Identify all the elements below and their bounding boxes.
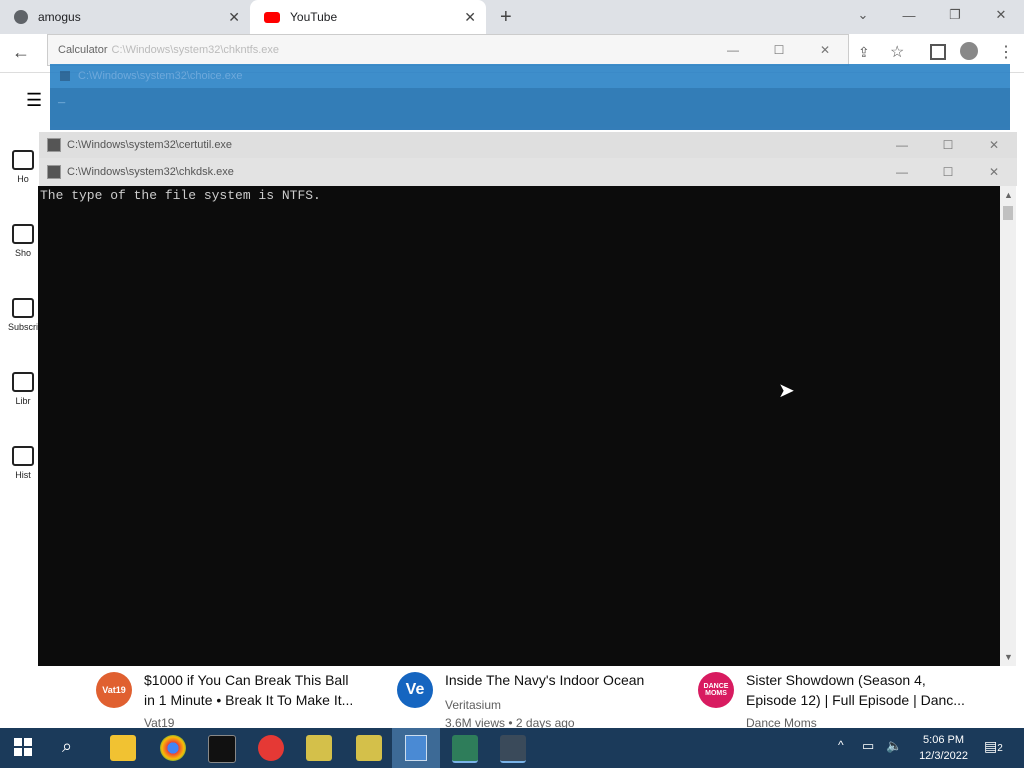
chkdsk-window[interactable]: C:\Windows\system32\chkdsk.exe — ☐ ✕	[39, 158, 1017, 186]
avatar-text: DANCE MOMS	[703, 683, 729, 697]
calculator-title: Calculator	[58, 44, 108, 56]
new-tab-button[interactable]: +	[500, 6, 512, 29]
profile-avatar[interactable]	[960, 42, 978, 60]
terminal-icon[interactable]	[208, 735, 236, 763]
sidebar-item-label: Sho	[14, 248, 31, 258]
video-title-line: Episode 12) | Full Episode | Danc...	[746, 692, 965, 708]
close-button[interactable]: ✕	[971, 165, 1017, 179]
minimize-button[interactable]: —	[886, 0, 932, 30]
calculator-icon	[405, 735, 427, 761]
channel-name[interactable]: Veritasium	[445, 698, 501, 712]
restore-button[interactable]: ❐	[932, 0, 978, 30]
scroll-down-icon[interactable]: ▼	[1004, 652, 1013, 662]
video-title[interactable]: $1000 if You Can Break This Ball in 1 Min…	[144, 670, 374, 710]
chkntfs-title: C:\Windows\system32\chkntfs.exe	[111, 44, 280, 56]
minimize-button[interactable]: —	[710, 43, 756, 57]
close-tab-icon[interactable]: ✕	[464, 9, 476, 26]
sidebar-item-label: Hist	[15, 470, 31, 480]
chkdsk-title: C:\Windows\system32\chkdsk.exe	[67, 166, 234, 178]
subscriptions-icon	[12, 298, 34, 318]
menu-kebab-icon[interactable]: ⋮	[998, 42, 1014, 62]
certutil-keys-icon[interactable]	[306, 735, 332, 761]
video-title[interactable]: Sister Showdown (Season 4, Episode 12) | …	[746, 670, 986, 710]
maximize-button[interactable]: ☐	[756, 43, 802, 57]
shorts-icon	[12, 224, 34, 244]
close-button[interactable]: ✕	[802, 43, 848, 57]
console-icon	[47, 165, 61, 179]
console-window-icon[interactable]	[452, 735, 478, 763]
back-arrow-icon[interactable]: ←	[12, 42, 30, 63]
certutil-keys-icon[interactable]	[356, 735, 382, 761]
minimize-button[interactable]: —	[879, 165, 925, 179]
browser-tab-strip: amogus ✕ YouTube ✕ + ⌄ — ❐ ✕	[0, 0, 1024, 34]
console-cursor: _	[58, 92, 66, 106]
notification-count: 2	[997, 743, 1003, 754]
video-card[interactable]: Ve Inside The Navy's Indoor Ocean Verita…	[397, 668, 677, 730]
mouse-cursor-icon: ➤	[778, 380, 795, 402]
history-icon	[12, 446, 34, 466]
certutil-title: C:\Windows\system32\certutil.exe	[67, 139, 233, 151]
network-icon[interactable]: ▭	[862, 738, 874, 754]
maximize-button[interactable]: ☐	[925, 165, 971, 179]
bookmark-star-icon[interactable]: ☆	[890, 42, 904, 62]
tab-search-icon[interactable]: ⌄	[840, 0, 886, 30]
youtube-icon	[264, 11, 280, 23]
clock-date: 12/3/2022	[919, 750, 968, 762]
tab-label: YouTube	[290, 10, 338, 24]
globe-icon	[14, 10, 28, 24]
video-card[interactable]: Vat19 $1000 if You Can Break This Ball in…	[96, 668, 376, 730]
tab-label: amogus	[38, 10, 81, 24]
certutil-icon	[47, 138, 61, 152]
sidebar-item-label: Subscri	[7, 322, 38, 332]
clock-time: 5:06 PM	[923, 734, 965, 746]
console-icon	[60, 71, 70, 81]
sidebar-item-label: Ho	[17, 174, 29, 184]
system-clock[interactable]: 5:06 PM 12/3/2022	[919, 732, 968, 764]
close-button[interactable]: ✕	[971, 138, 1017, 152]
home-icon	[12, 150, 34, 170]
chevron-up-icon[interactable]: ^	[838, 738, 844, 752]
chkdsk-console-body[interactable]	[38, 186, 1000, 666]
chrome-icon[interactable]	[160, 735, 186, 761]
start-windows-icon[interactable]	[14, 738, 32, 756]
channel-avatar[interactable]: Ve	[397, 672, 433, 708]
video-title[interactable]: Inside The Navy's Indoor Ocean	[445, 670, 675, 690]
notification-center-icon[interactable]: ▤2	[984, 738, 1003, 755]
library-icon	[12, 372, 34, 392]
calculator-window[interactable]: Calculator C:\Windows\system32\chkntfs.e…	[47, 34, 849, 66]
close-window-button[interactable]: ✕	[978, 0, 1024, 30]
avatar-text: Vat19	[96, 672, 132, 708]
video-title-line: in 1 Minute • Break It To Make It...	[144, 692, 354, 708]
search-icon[interactable]: ⌕	[62, 736, 72, 757]
video-title-line: $1000 if You Can Break This Ball	[144, 672, 349, 688]
sidepanel-icon[interactable]	[930, 44, 946, 60]
choice-title: C:\Windows\system32\choice.exe	[78, 70, 243, 82]
hamburger-menu-icon[interactable]: ☰	[26, 90, 42, 111]
share-icon[interactable]: ⇪	[858, 44, 870, 61]
certutil-window[interactable]: C:\Windows\system32\certutil.exe — ☐ ✕	[39, 132, 1017, 158]
tab-youtube[interactable]: YouTube ✕	[250, 0, 486, 34]
channel-avatar[interactable]: DANCE MOMS	[698, 672, 734, 708]
scroll-up-icon[interactable]: ▲	[1004, 190, 1013, 200]
file-explorer-icon[interactable]	[110, 735, 136, 761]
choice-console-window[interactable]: C:\Windows\system32\choice.exe _	[50, 64, 1010, 130]
sidebar-item-label: Libr	[15, 396, 31, 406]
minimize-button[interactable]: —	[879, 138, 925, 152]
close-tab-icon[interactable]: ✕	[228, 9, 240, 26]
tab-amogus[interactable]: amogus ✕	[0, 0, 250, 34]
maximize-button[interactable]: ☐	[925, 138, 971, 152]
console-output: The type of the file system is NTFS.	[40, 188, 321, 203]
video-title-line: Sister Showdown (Season 4,	[746, 672, 926, 688]
channel-avatar[interactable]: Vat19	[96, 672, 132, 708]
video-card[interactable]: DANCE MOMS Sister Showdown (Season 4, Epi…	[698, 668, 988, 730]
volume-muted-icon[interactable]: 🔈	[886, 738, 902, 754]
console-window-icon[interactable]	[500, 735, 526, 763]
avatar-text: Ve	[405, 681, 425, 698]
scrollbar-thumb[interactable]	[1003, 206, 1013, 220]
calculator-taskbar-active[interactable]	[392, 728, 440, 768]
error-x-icon[interactable]	[258, 735, 284, 761]
console-scrollbar[interactable]: ▲ ▼	[1000, 186, 1016, 666]
